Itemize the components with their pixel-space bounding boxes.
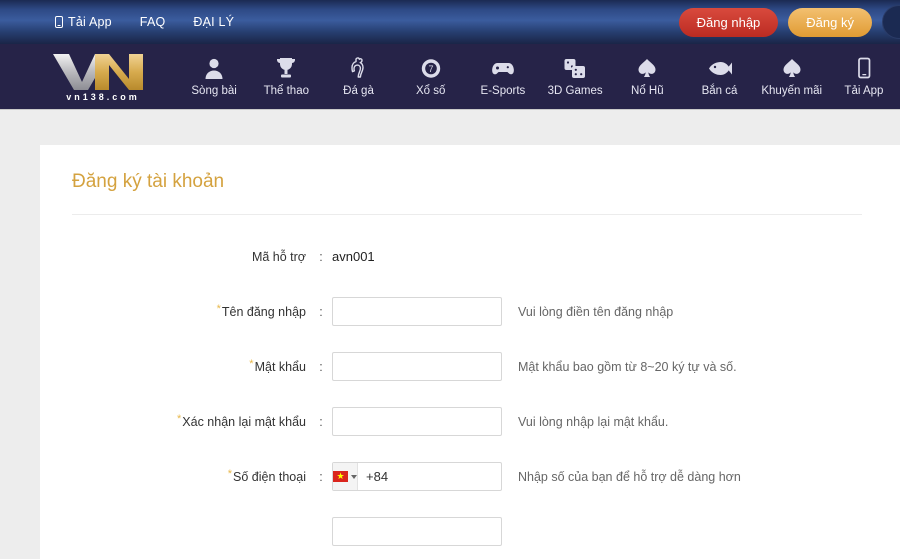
nav-item-label: E-Sports [480, 85, 526, 97]
top-utility-bar: Tải App FAQ ĐẠI LÝ Đăng nhập Đăng ký [0, 0, 900, 44]
topbar-link-download-app[interactable]: Tải App [55, 15, 112, 29]
password-input[interactable] [332, 352, 502, 381]
username-hint: Vui lòng điền tên đăng nhập [518, 304, 674, 319]
nav-item-fishing[interactable]: Bắn cá [683, 44, 755, 110]
nav-items: Sòng bài Thể thao Đá gà 7 Xổ số E-Sports [178, 44, 900, 110]
logo-vn-mark [53, 53, 143, 90]
trophy-icon [275, 56, 297, 80]
form-row-confirm-password: *Xác nhận lại mật khẩu : Vui lòng nhập l… [40, 394, 900, 449]
dice-icon [563, 56, 587, 80]
password-label: *Mật khẩu [40, 357, 310, 374]
password-label-text: Mật khẩu [254, 359, 306, 374]
confirm-password-input[interactable] [332, 407, 502, 436]
logo-subtitle: vn138.com [66, 91, 140, 102]
password-colon: : [319, 359, 323, 374]
topbar-link-label: ĐẠI LÝ [193, 15, 235, 29]
username-label-text: Tên đăng nhập [221, 304, 306, 319]
nav-item-label: Bắn cá [701, 85, 738, 97]
required-asterisk: * [227, 467, 233, 480]
rooster-icon [348, 56, 370, 80]
nav-item-sports[interactable]: Thể thao [250, 44, 322, 110]
lottery-ball-icon: 7 [420, 56, 442, 80]
topbar-link-label: Tải App [68, 15, 112, 29]
nav-item-label: Khuyến mãi [761, 85, 823, 97]
required-asterisk: * [249, 357, 254, 370]
next-field-input[interactable] [332, 517, 502, 546]
mobile-phone-icon [55, 16, 63, 28]
phone-label: *Số điện thoại [40, 467, 310, 484]
password-hint: Mật khẩu bao gồm từ 8~20 ký tự và số. [518, 359, 737, 374]
page-title: Đăng ký tài khoản [72, 171, 225, 192]
confirm-password-label-text: Xác nhận lại mật khẩu [182, 414, 306, 429]
nav-item-3dgames[interactable]: 3D Games [539, 44, 611, 110]
username-input[interactable] [332, 297, 502, 326]
form-row-support-code: Mã hỗ trợ : avn001 [40, 229, 900, 284]
required-asterisk: * [177, 412, 182, 425]
confirm-password-hint: Vui lòng nhập lại mật khẩu. [518, 414, 669, 429]
form-row-password: *Mật khẩu : Mật khẩu bao gồm từ 8~20 ký … [40, 339, 900, 394]
registration-card: Đăng ký tài khoản Mã hỗ trợ : avn001 *Tê… [40, 145, 900, 559]
chevron-down-icon [351, 474, 357, 479]
topbar-link-faq[interactable]: FAQ [140, 15, 166, 29]
form-row-phone: *Số điện thoại : ★ Nhập số của bạn để hỗ… [40, 449, 900, 504]
gamepad-icon [491, 56, 515, 80]
fish-icon [707, 56, 733, 80]
nav-item-esports[interactable]: E-Sports [467, 44, 539, 110]
avatar[interactable] [882, 5, 900, 39]
confirm-password-label: *Xác nhận lại mật khẩu [40, 412, 310, 429]
login-button[interactable]: Đăng nhập [678, 7, 779, 37]
username-colon: : [319, 304, 323, 319]
person-icon [203, 56, 225, 80]
support-code-colon: : [319, 249, 323, 264]
nav-item-cockfight[interactable]: Đá gà [322, 44, 394, 110]
nav-item-slots[interactable]: Nổ Hũ [611, 44, 683, 110]
phone-input-group: ★ [332, 462, 542, 491]
nav-item-label: 3D Games [547, 85, 603, 97]
support-code-label: Mã hỗ trợ [251, 249, 306, 264]
country-code-select[interactable]: ★ [333, 463, 358, 490]
svg-text:7: 7 [428, 64, 433, 74]
required-asterisk: * [216, 302, 221, 315]
phone-colon: : [319, 469, 323, 484]
nav-item-label: Sòng bài [191, 85, 237, 97]
spade-icon [636, 56, 658, 80]
topbar-link-label: FAQ [139, 15, 166, 29]
nav-item-label: Thể thao [263, 85, 309, 97]
nav-item-label: Nổ Hũ [631, 85, 664, 97]
spade-icon [781, 56, 803, 80]
nav-item-label: Tải App [844, 85, 884, 97]
form-row-next-partial [40, 504, 900, 559]
vietnam-flag-icon: ★ [333, 471, 348, 482]
register-button[interactable]: Đăng ký [788, 7, 872, 37]
registration-form: Mã hỗ trợ : avn001 *Tên đăng nhập : Vui … [40, 215, 900, 559]
support-code-value: avn001 [332, 248, 375, 264]
form-row-username: *Tên đăng nhập : Vui lòng điền tên đăng … [40, 284, 900, 339]
topbar-links: Tải App FAQ ĐẠI LÝ [55, 15, 234, 29]
nav-item-label: Đá gà [343, 85, 374, 97]
nav-item-casino[interactable]: Sòng bài [178, 44, 250, 110]
site-logo[interactable]: vn138.com [28, 52, 178, 102]
nav-item-label: Xổ số [416, 85, 446, 97]
nav-item-promotions[interactable]: Khuyến mãi [756, 44, 828, 110]
mobile-phone-icon [855, 56, 873, 80]
phone-input[interactable] [358, 463, 542, 490]
confirm-password-colon: : [319, 414, 323, 429]
topbar-link-agent[interactable]: ĐẠI LÝ [193, 15, 234, 29]
nav-item-lottery[interactable]: 7 Xổ số [395, 44, 467, 110]
username-label: *Tên đăng nhập [40, 302, 310, 319]
phone-label-text: Số điện thoại [233, 469, 306, 484]
phone-hint: Nhập số của bạn để hỗ trợ dễ dàng hơn [518, 469, 741, 484]
main-navigation-bar: vn138.com Sòng bài Thể thao Đá gà 7 Xổ s… [0, 44, 900, 110]
nav-item-download-app[interactable]: Tải App [828, 44, 900, 110]
topbar-actions: Đăng nhập Đăng ký [678, 0, 900, 44]
